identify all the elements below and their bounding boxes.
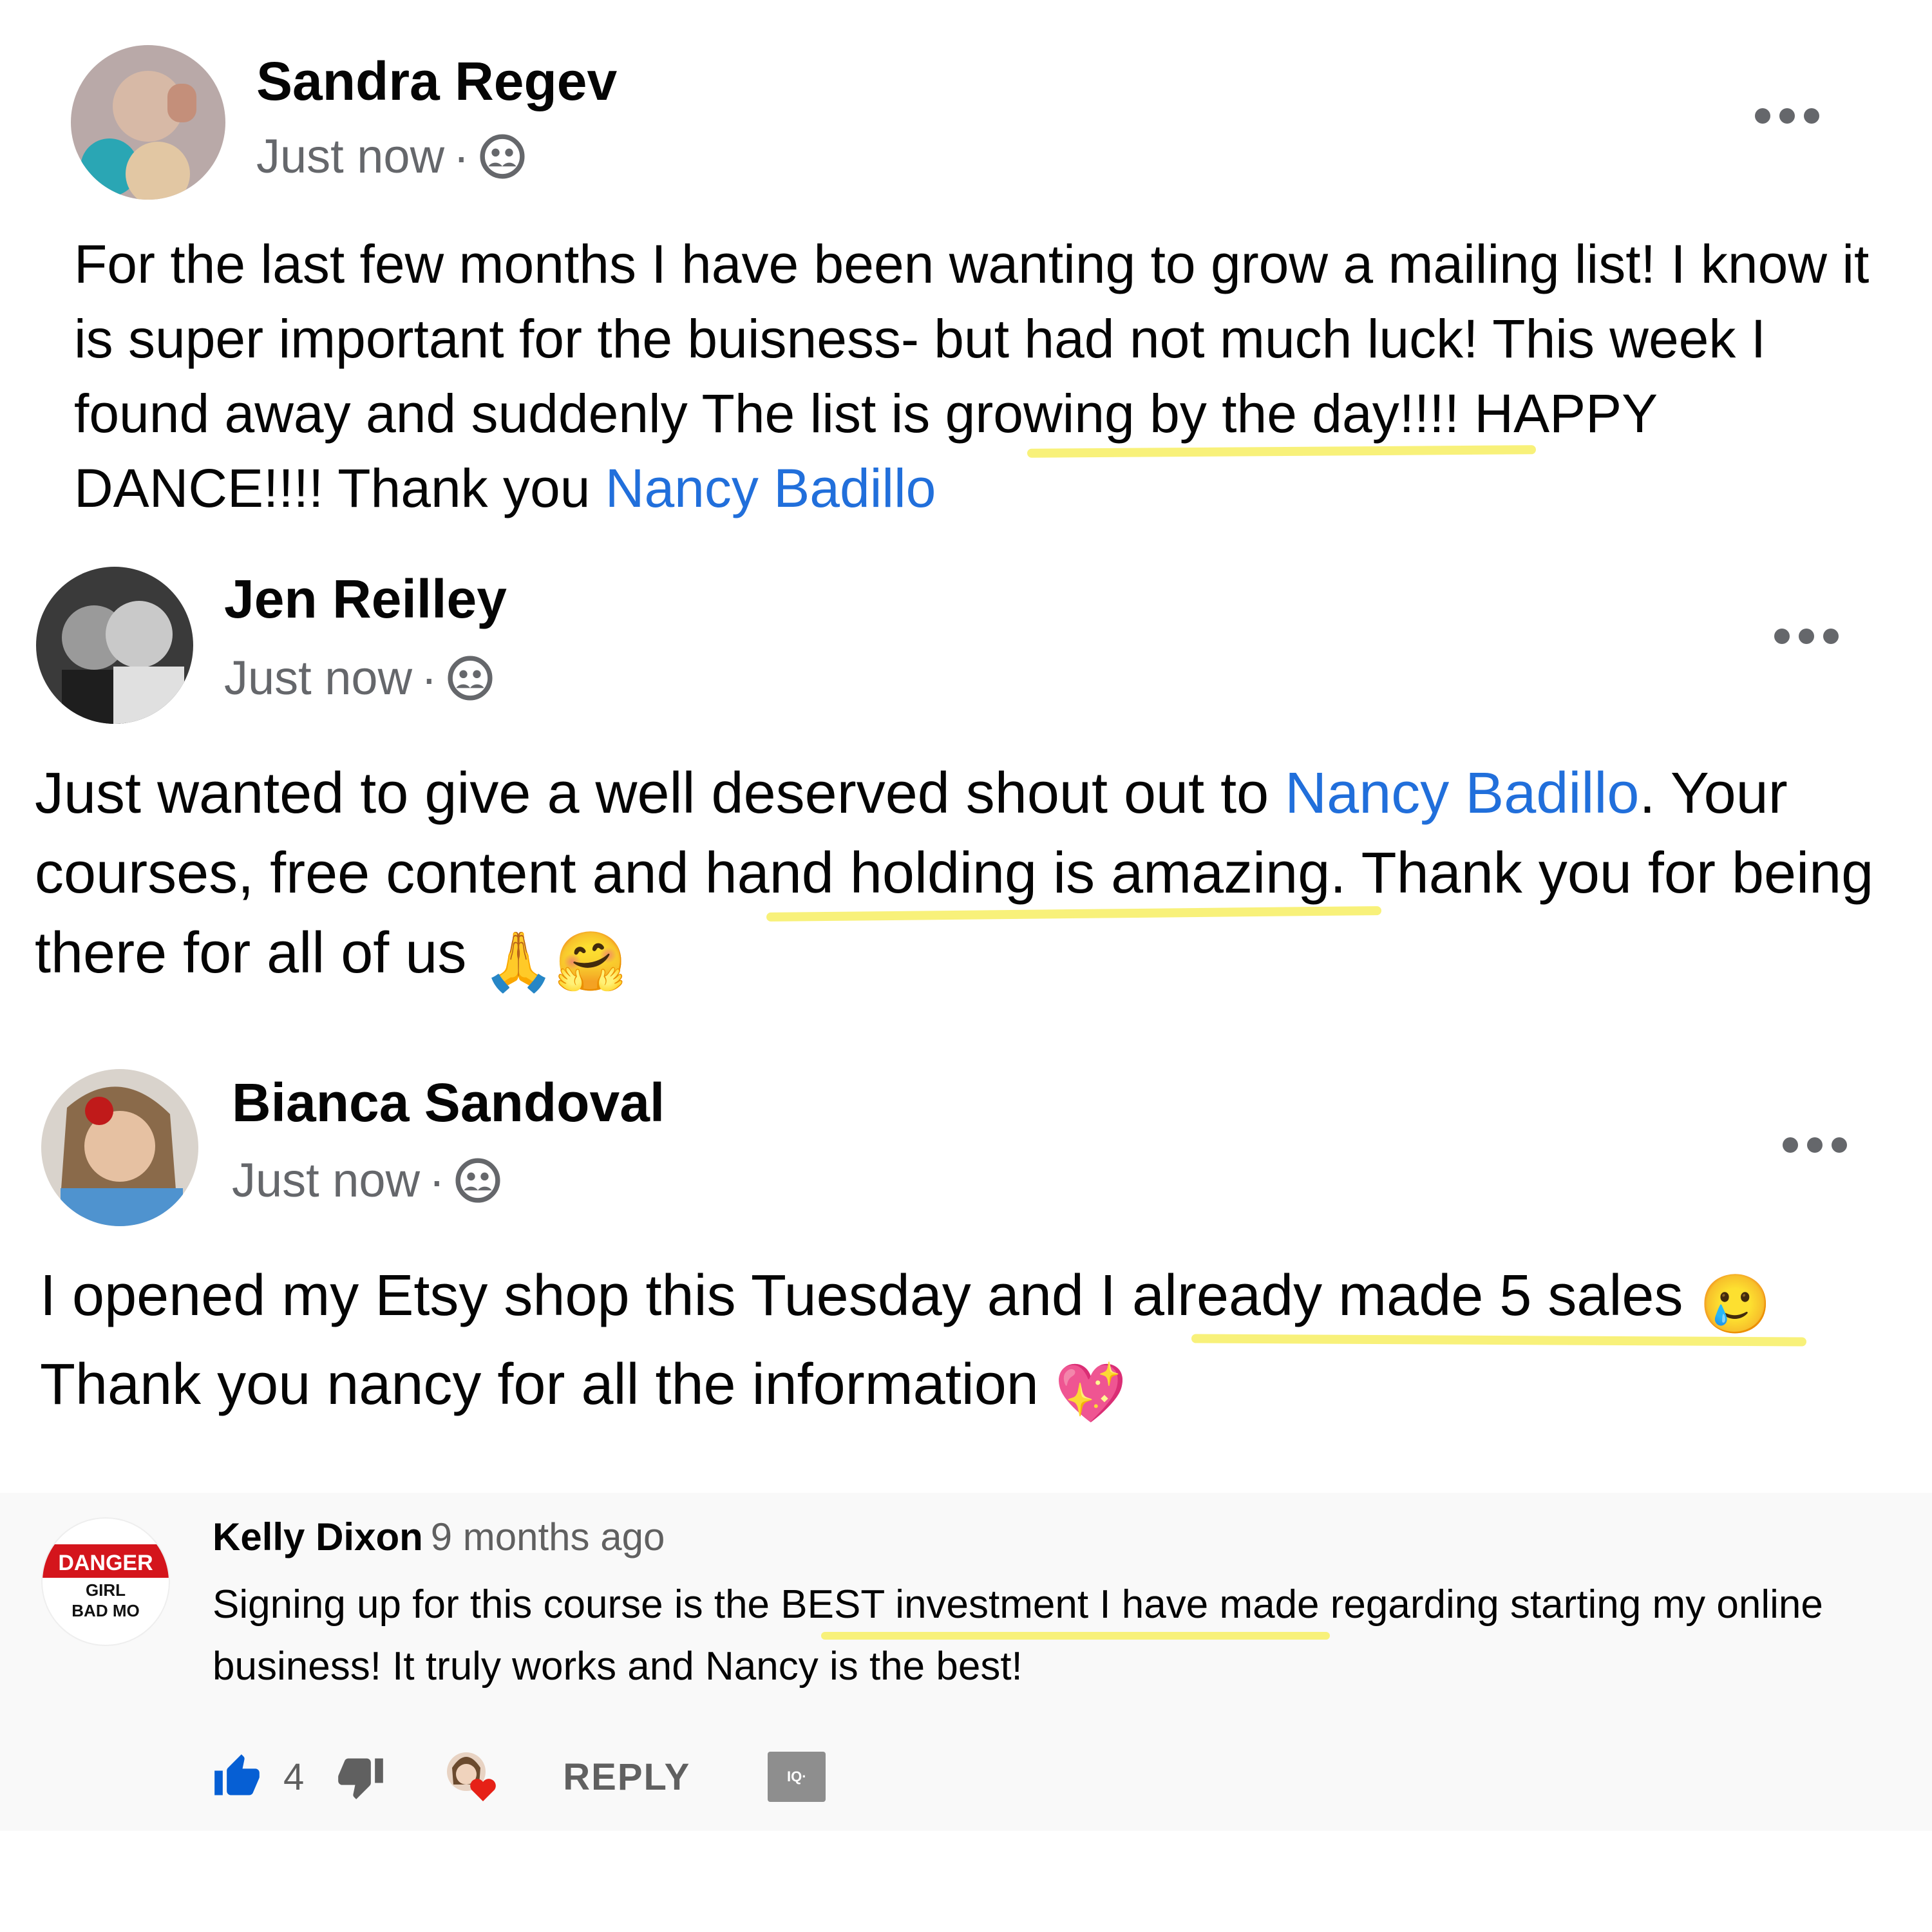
comment-header: Kelly Dixon 9 months ago — [213, 1515, 665, 1559]
smiling-tear-emoji: 🥲 — [1699, 1273, 1772, 1337]
comment-actions: 4 REPLY IQ· — [213, 1741, 826, 1812]
author-name[interactable]: Kelly Dixon — [213, 1515, 423, 1558]
avatar[interactable] — [36, 567, 193, 724]
thumbs-up-icon[interactable] — [213, 1752, 261, 1801]
avatar-badmo-text: BAD MO — [71, 1601, 139, 1620]
post-meta: Just now · — [232, 1153, 502, 1208]
youtube-comment: DANGER GIRL BAD MO Kelly Dixon 9 months a… — [0, 1493, 1932, 1831]
timestamp[interactable]: 9 months ago — [431, 1515, 665, 1558]
mention-link[interactable]: Nancy Badillo — [605, 458, 936, 518]
timestamp[interactable]: Just now — [224, 650, 412, 705]
highlight-underline — [821, 1632, 1330, 1640]
hugging-face-emoji: 🤗 — [554, 930, 627, 994]
post-text: For the last few months I have been want… — [74, 234, 1870, 518]
post-text: Just wanted to give a well deserved shou… — [35, 753, 1915, 1002]
author-name[interactable]: Jen Reilley — [224, 568, 507, 630]
friends-icon — [448, 655, 493, 701]
more-options-button[interactable] — [1755, 108, 1819, 124]
folded-hands-emoji: 🙏 — [482, 930, 555, 994]
avatar[interactable] — [41, 1069, 198, 1226]
creator-heart-icon — [443, 1746, 505, 1808]
timestamp[interactable]: Just now — [232, 1153, 420, 1208]
thumbs-down-icon[interactable] — [336, 1752, 385, 1801]
avatar-danger-text: DANGER — [58, 1551, 153, 1575]
author-name[interactable]: Sandra Regev — [256, 50, 617, 113]
separator: · — [453, 129, 469, 183]
friends-icon — [455, 1157, 500, 1203]
timestamp[interactable]: Just now — [256, 129, 444, 184]
avatar[interactable]: DANGER GIRL BAD MO — [41, 1517, 170, 1646]
avatar-girl-text: GIRL — [86, 1580, 126, 1600]
separator: · — [421, 651, 437, 705]
separator: · — [429, 1153, 445, 1207]
post-sandra: Sandra Regev Just now · For the last few… — [0, 0, 1932, 535]
iq-extension-button[interactable]: IQ· — [768, 1752, 826, 1802]
mention-link[interactable]: Nancy Badillo — [1285, 761, 1639, 826]
more-options-button[interactable] — [1783, 1137, 1847, 1153]
post-jen: Jen Reilley Just now · Just wanted to gi… — [0, 541, 1932, 1018]
post-bianca: Bianca Sandoval Just now · I opened my E… — [0, 1043, 1932, 1494]
author-name[interactable]: Bianca Sandoval — [232, 1072, 665, 1134]
post-meta: Just now · — [256, 129, 526, 184]
avatar[interactable] — [71, 45, 225, 200]
post-meta: Just now · — [224, 650, 494, 705]
sparkling-heart-emoji: 💖 — [1054, 1361, 1127, 1426]
reply-button[interactable]: REPLY — [563, 1756, 690, 1799]
friends-icon — [480, 133, 525, 179]
more-options-button[interactable] — [1774, 629, 1839, 644]
like-count: 4 — [283, 1756, 305, 1798]
